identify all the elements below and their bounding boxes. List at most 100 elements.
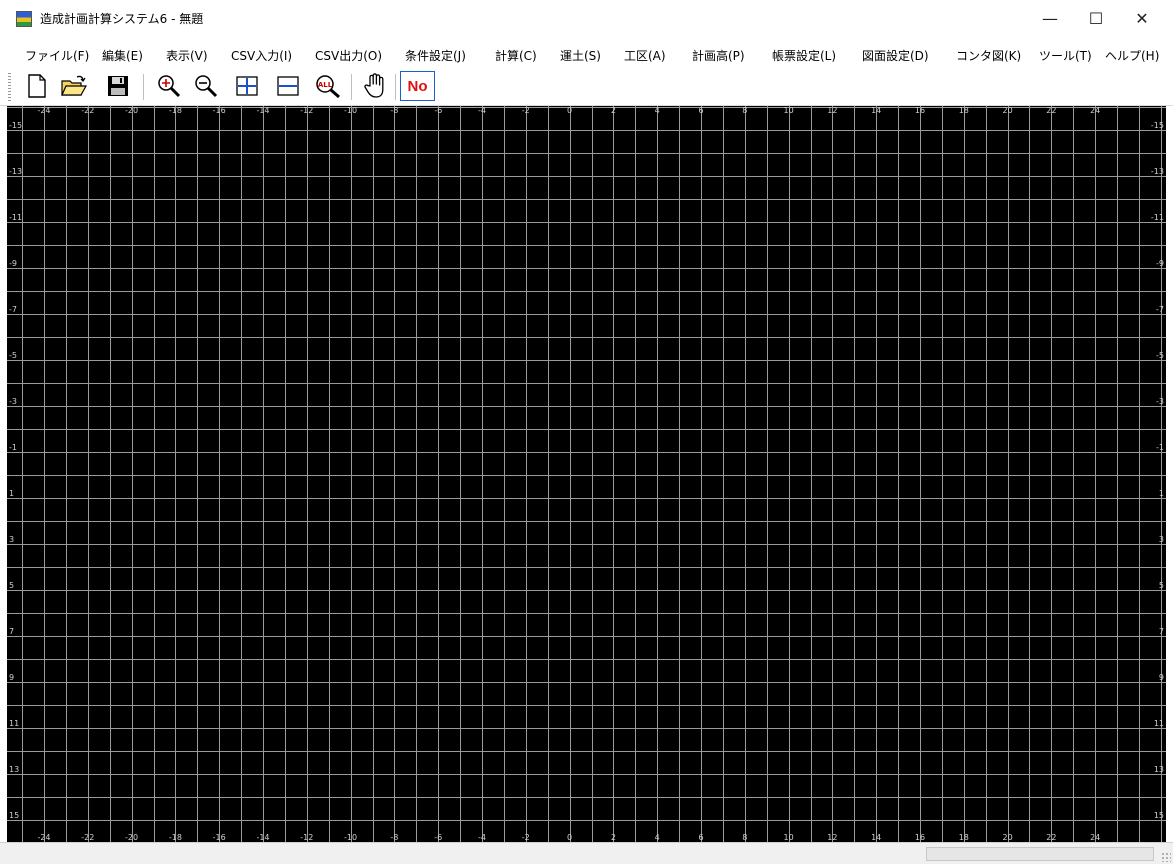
y-axis-label-right: 7	[1159, 627, 1164, 636]
x-axis-label-top: 16	[915, 106, 925, 115]
zoom-out-button[interactable]	[191, 71, 221, 101]
y-axis-label-left: -3	[9, 397, 17, 406]
x-axis-label-top: 10	[784, 106, 794, 115]
zoom-in-button[interactable]	[154, 71, 184, 101]
y-axis-label-left: -13	[9, 167, 22, 176]
x-axis-label-bottom: -14	[256, 833, 269, 842]
x-axis-label-top: -16	[213, 106, 226, 115]
x-axis-label-top: 14	[871, 106, 881, 115]
y-axis-label-right: -11	[1151, 213, 1164, 222]
x-axis-label-top: -2	[522, 106, 530, 115]
x-axis-label-bottom: 24	[1090, 833, 1100, 842]
x-axis-label-bottom: -8	[390, 833, 398, 842]
menu-report-settings[interactable]: 帳票設定(L)	[772, 47, 836, 64]
x-axis-label-top: 6	[698, 106, 703, 115]
title-bar: 造成計画計算システム6 - 無題 — ☐ ✕	[0, 0, 1173, 36]
x-axis-label-bottom: 16	[915, 833, 925, 842]
menu-tools[interactable]: ツール(T)	[1039, 47, 1092, 64]
x-axis-label-top: 18	[959, 106, 969, 115]
menu-file[interactable]: ファイル(F)	[25, 47, 89, 64]
x-axis-label-bottom: 0	[567, 833, 572, 842]
x-axis-label-bottom: -2	[522, 833, 530, 842]
x-axis-label-bottom: 22	[1046, 833, 1056, 842]
menu-bar: ファイル(F) 編集(E) 表示(V) CSV入力(I) CSV出力(O) 条件…	[0, 36, 1173, 68]
menu-conditions[interactable]: 条件設定(J)	[405, 47, 466, 64]
x-axis-label-top: -18	[169, 106, 182, 115]
new-file-button[interactable]	[22, 71, 52, 101]
zoom-width-button[interactable]	[273, 71, 303, 101]
menu-plan-height[interactable]: 計画高(P)	[692, 47, 745, 64]
drawing-canvas[interactable]: -24 -24 -22 -22 -20 -20 -18 -18 -16 -16 -14 -14 -12-…	[7, 106, 1166, 842]
pan-button[interactable]	[360, 71, 390, 101]
y-axis-label-left: 7	[9, 627, 14, 636]
x-axis-label-bottom: -16	[213, 833, 226, 842]
y-axis-label-right: -15	[1151, 121, 1164, 130]
close-button[interactable]: ✕	[1119, 0, 1165, 36]
menu-drawing-settings[interactable]: 図面設定(D)	[862, 47, 929, 64]
menu-contour[interactable]: コンタ図(K)	[956, 47, 1021, 64]
y-axis-label-right: -1	[1156, 443, 1164, 452]
menu-csv-output[interactable]: CSV出力(O)	[315, 47, 382, 64]
y-axis-label-right: -13	[1151, 167, 1164, 176]
zoom-in-icon	[158, 75, 181, 98]
y-axis-label-left: -11	[9, 213, 22, 222]
maximize-button[interactable]: ☐	[1073, 0, 1119, 36]
open-folder-icon	[61, 75, 87, 96]
x-axis-label-top: 2	[611, 106, 616, 115]
x-axis-label-top: -8	[390, 106, 398, 115]
y-axis-label-left: 15	[9, 811, 19, 820]
toolbar-separator	[351, 74, 352, 100]
minimize-button[interactable]: —	[1027, 0, 1073, 36]
zoom-width-icon	[277, 76, 299, 96]
x-axis-label-bottom: -20	[125, 833, 138, 842]
y-axis-label-right: 1	[1159, 489, 1164, 498]
menu-calculate[interactable]: 計算(C)	[495, 47, 537, 64]
grid: -24-24-22-22-20-20-18-18-16-16-14-14-12-…	[7, 106, 1166, 842]
y-axis-label-right: 15	[1154, 811, 1164, 820]
y-axis-label-left: 11	[9, 719, 19, 728]
y-axis-label-right: -5	[1156, 351, 1164, 360]
y-axis-label-left: -1	[9, 443, 17, 452]
x-axis-label-top: 12	[827, 106, 837, 115]
y-axis-label-left: -15	[9, 121, 22, 130]
y-axis-label-right: -3	[1156, 397, 1164, 406]
y-axis-label-right: -9	[1156, 259, 1164, 268]
zoom-fit-button[interactable]	[232, 71, 262, 101]
toolbar-separator	[395, 74, 396, 100]
menu-earthwork[interactable]: 運土(S)	[560, 47, 601, 64]
save-button[interactable]	[103, 71, 133, 101]
y-axis-label-left: 13	[9, 765, 19, 774]
save-icon	[108, 76, 128, 96]
menu-edit[interactable]: 編集(E)	[102, 47, 143, 64]
zoom-fit-icon	[236, 76, 258, 96]
menu-work-area[interactable]: 工区(A)	[624, 47, 666, 64]
resize-grip[interactable]	[1161, 852, 1171, 862]
menu-help[interactable]: ヘルプ(H)	[1105, 47, 1159, 64]
x-axis-label-bottom: -10	[344, 833, 357, 842]
status-panel	[926, 847, 1154, 861]
x-axis-label-bottom: -4	[478, 833, 486, 842]
y-axis-label-left: 1	[9, 489, 14, 498]
x-axis-label-top: -10	[344, 106, 357, 115]
y-axis-label-left: 3	[9, 535, 14, 544]
y-axis-label-right: -7	[1156, 305, 1164, 314]
window-title: 造成計画計算システム6 - 無題	[40, 12, 204, 26]
x-axis-label-top: -14	[256, 106, 269, 115]
x-axis-label-bottom: 14	[871, 833, 881, 842]
toolbar-grip[interactable]	[8, 73, 11, 101]
x-axis-label-bottom: -6	[434, 833, 442, 842]
x-axis-label-bottom: 20	[1003, 833, 1013, 842]
number-toggle-button[interactable]: No	[400, 71, 435, 101]
app-icon[interactable]	[16, 11, 32, 27]
zoom-all-button[interactable]: ALL	[313, 71, 343, 101]
x-axis-label-bottom: 6	[698, 833, 703, 842]
menu-view[interactable]: 表示(V)	[166, 47, 208, 64]
toolbar: ALL No	[0, 68, 1173, 106]
x-axis-label-bottom: -12	[300, 833, 313, 842]
open-button[interactable]	[59, 71, 89, 101]
number-toggle-label: No	[407, 77, 428, 95]
y-axis-label-left: -9	[9, 259, 17, 268]
x-axis-label-top: 24	[1090, 106, 1100, 115]
x-axis-label-top: 20	[1003, 106, 1013, 115]
menu-csv-input[interactable]: CSV入力(I)	[231, 47, 292, 64]
